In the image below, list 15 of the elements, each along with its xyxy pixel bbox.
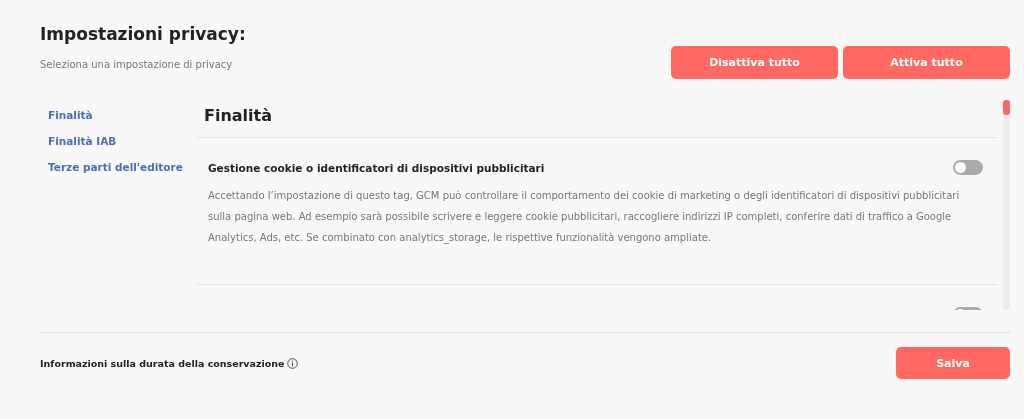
sidebar-link[interactable]: Finalità — [48, 109, 196, 121]
toggle-all-button[interactable]: Attiva tutto — [843, 46, 1010, 79]
page-subtitle: Seleziona una impostazione di privacy — [40, 59, 234, 70]
purpose-title: Gestione cookie o identificatori di dispositivi pubblicitari — [208, 161, 545, 174]
info-icon[interactable] — [287, 357, 299, 369]
retention-info-link[interactable]: Informazioni sulla durata della conservazione — [40, 357, 285, 369]
toggle-switch[interactable] — [953, 160, 983, 175]
toggle-all-button[interactable]: Disattiva tutto — [671, 46, 838, 79]
section-title: Finalità — [196, 100, 997, 138]
sidebar-link[interactable]: Terze parti dell'editore — [48, 161, 196, 173]
purpose-description: Accettando l’impostazione di questo tag, GCM può controllare il comportamento dei cookie di marketing o degli identificatori di dispositivi pubblicitari sulla pagina web. Ad esempio sarà possibile scrivere e leggere cookie pubblicitari, raccogliere indirizzi IP completi, conferire dati di traffico a Google Analytics, Ads, etc. Se combinato con analytics_storage, le rispettive funzionalità vengono ampliate. — [208, 189, 961, 246]
scrollbar[interactable] — [1003, 100, 1010, 310]
page-title: Impostazioni privacy: — [40, 24, 246, 44]
sidebar-link[interactable]: Finalità IAB — [48, 135, 196, 147]
save-button[interactable]: Salva — [896, 347, 1010, 379]
